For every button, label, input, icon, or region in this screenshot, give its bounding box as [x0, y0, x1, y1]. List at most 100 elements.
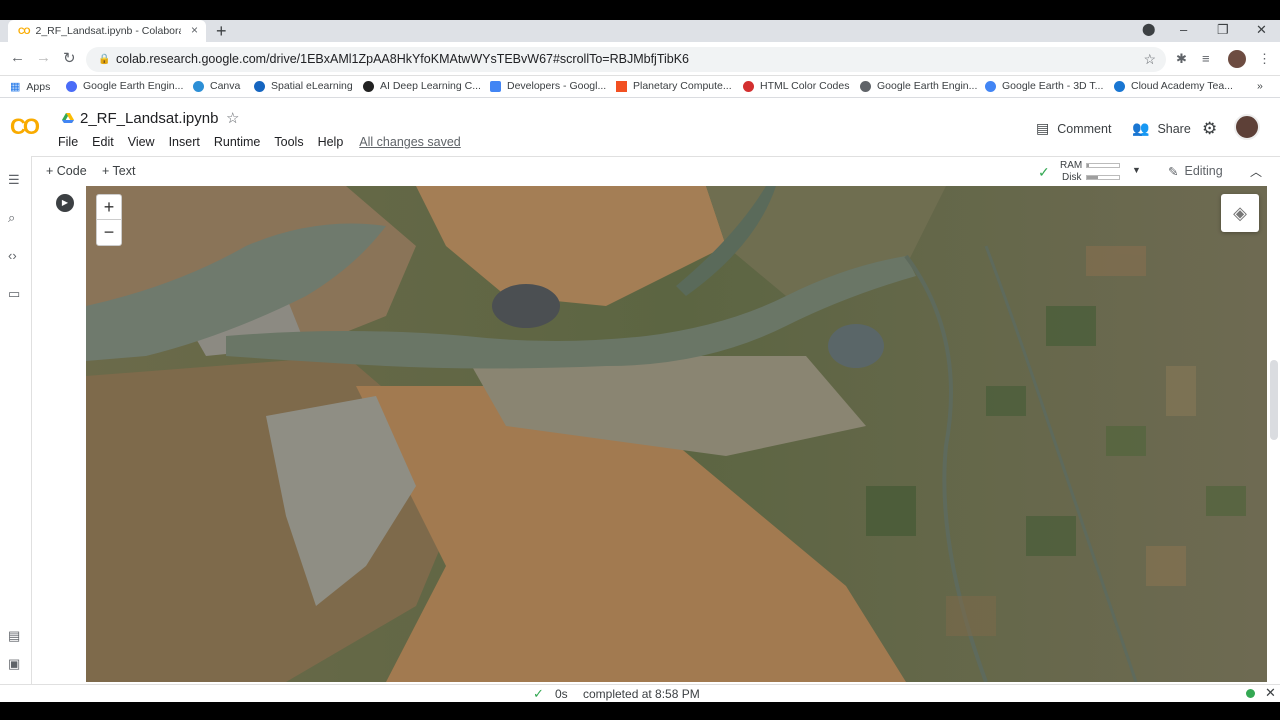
chevron-up-icon[interactable]: ︿ — [1250, 163, 1262, 180]
bookmark-item[interactable]: AI Deep Learning C... — [363, 80, 481, 92]
editing-label: Editing — [1184, 164, 1223, 178]
colab-logo[interactable]: CO — [10, 114, 40, 140]
screen: CO 2_RF_Landsat.ipynb - Colaboratory × +… — [0, 0, 1280, 720]
table-of-contents-icon[interactable]: ☰ — [8, 172, 20, 188]
menu-runtime[interactable]: Runtime — [214, 135, 261, 149]
comment-button[interactable]: ▤ Comment — [1036, 120, 1111, 137]
menu-edit[interactable]: Edit — [92, 135, 114, 149]
bookmark-label: Spatial eLearning — [271, 80, 353, 92]
bookmark-favicon-icon — [66, 80, 77, 92]
add-text-button[interactable]: + Text — [102, 164, 135, 178]
browser-profile-avatar[interactable] — [1228, 50, 1246, 68]
bookmark-favicon-icon — [254, 80, 265, 92]
browser-tab[interactable]: CO 2_RF_Landsat.ipynb - Colaboratory × — [8, 20, 206, 42]
menu-file[interactable]: File — [58, 135, 78, 149]
menu-insert[interactable]: Insert — [169, 135, 200, 149]
bookmark-favicon-icon — [1114, 80, 1125, 92]
minimize-button[interactable]: – — [1180, 22, 1187, 37]
bookmark-item[interactable]: Canva — [193, 80, 240, 92]
menu-view[interactable]: View — [128, 135, 155, 149]
ram-usage-bar — [1086, 163, 1120, 168]
bookmark-item[interactable]: Planetary Compute... — [616, 80, 732, 92]
media-queue-icon[interactable]: ≡ — [1202, 51, 1210, 66]
bookmark-favicon-icon — [193, 80, 204, 92]
page-scrollbar[interactable] — [1270, 360, 1278, 440]
bookmark-item[interactable]: Spatial eLearning — [254, 80, 353, 92]
share-button[interactable]: 👥 Share — [1132, 120, 1191, 137]
folder-icon[interactable]: ▭ — [8, 286, 20, 302]
extensions-puzzle-icon[interactable]: ✱ — [1176, 51, 1187, 67]
bookmark-item[interactable]: Google Earth Engin... — [860, 80, 977, 92]
pencil-icon: ✎ — [1168, 165, 1179, 179]
settings-gear-icon[interactable]: ⚙ — [1202, 119, 1217, 139]
close-status-icon[interactable]: ✕ — [1265, 685, 1276, 701]
url-text: colab.research.google.com/drive/1EBxAMl1… — [116, 52, 690, 66]
reload-icon[interactable]: ↻ — [63, 49, 76, 67]
zoom-out-button[interactable]: − — [97, 220, 121, 245]
comment-icon: ▤ — [1036, 120, 1050, 136]
google-earth-icon — [985, 80, 996, 92]
layers-control-icon[interactable]: ◈ — [1221, 194, 1259, 232]
ram-label: RAM — [1060, 160, 1083, 171]
run-cell-button[interactable]: ▶ — [56, 194, 74, 212]
lock-icon: 🔒 — [98, 54, 111, 65]
chevron-down-icon[interactable]: ▼ — [1132, 165, 1141, 175]
bookmark-label: Google Earth Engin... — [877, 80, 978, 92]
disk-usage-fill — [1087, 176, 1099, 179]
editing-mode-button[interactable]: ✎ Editing — [1168, 164, 1223, 179]
bookmark-item[interactable]: HTML Color Codes — [743, 80, 849, 92]
more-bookmarks-button[interactable]: » — [1257, 80, 1263, 92]
people-icon: 👥 — [1132, 120, 1150, 136]
user-avatar[interactable] — [1234, 114, 1260, 140]
cell-toolbar: + Code + Text ✓ RAM Disk ▼ ✎ Editing ︿ — [32, 156, 1280, 186]
menu-bar: File Edit View Insert Runtime Tools Help… — [58, 135, 461, 149]
status-bar: ✓ 0s completed at 8:58 PM ✕ — [0, 684, 1280, 702]
back-arrow-icon[interactable]: ← — [10, 49, 25, 66]
connection-status-icon — [1246, 689, 1255, 698]
connected-check-icon: ✓ — [1038, 164, 1050, 180]
chrome-menu-icon[interactable]: ⋮ — [1258, 51, 1271, 67]
bookmark-label: Google Earth Engin... — [83, 80, 184, 92]
bookmark-label: Apps — [26, 80, 51, 93]
share-label: Share — [1157, 121, 1191, 136]
bookmark-label: Cloud Academy Tea... — [1131, 80, 1233, 92]
zoom-in-button[interactable]: + — [97, 195, 121, 220]
menu-help[interactable]: Help — [318, 135, 344, 149]
save-status-link[interactable]: All changes saved — [359, 135, 460, 149]
bookmark-item[interactable]: Google Earth - 3D T... — [985, 80, 1103, 92]
colab-favicon-icon: CO — [18, 26, 30, 36]
disk-label: Disk — [1062, 172, 1082, 183]
bookmark-item[interactable]: Google Earth Engin... — [66, 80, 183, 92]
code-snippets-icon[interactable]: ‹› — [8, 248, 17, 263]
star-icon[interactable]: ☆ — [226, 109, 239, 127]
new-tab-button[interactable]: + — [216, 21, 227, 42]
address-bar[interactable]: 🔒 colab.research.google.com/drive/1EBxAM… — [86, 47, 1166, 72]
bookmark-favicon-icon — [490, 80, 501, 92]
add-code-button[interactable]: + Code — [46, 164, 87, 178]
map-output[interactable]: + − ◈ — [86, 186, 1267, 682]
menu-tools[interactable]: Tools — [274, 135, 303, 149]
github-icon — [363, 80, 374, 92]
tab-close-icon[interactable]: × — [191, 23, 198, 37]
bookmark-label: AI Deep Learning C... — [380, 80, 481, 92]
bookmark-apps[interactable]: ▦ Apps — [10, 80, 51, 94]
profile-menu-icon[interactable]: ⬤ — [1142, 22, 1155, 36]
bookmark-star-icon[interactable]: ☆ — [1143, 47, 1156, 72]
bookmark-item[interactable]: Cloud Academy Tea... — [1114, 80, 1233, 92]
forward-arrow-icon[interactable]: → — [36, 49, 51, 66]
command-palette-icon[interactable]: ▤ — [8, 628, 20, 644]
close-window-button[interactable]: ✕ — [1256, 22, 1267, 38]
left-sidebar: ☰ ⌕ ‹› ▭ ▤ ▣ — [0, 156, 32, 684]
maximize-button[interactable]: ❐ — [1217, 22, 1229, 38]
browser-toolbar: ← → ↻ 🔒 colab.research.google.com/drive/… — [0, 42, 1280, 76]
completion-message: completed at 8:58 PM — [583, 687, 700, 701]
notebook-title[interactable]: 2_RF_Landsat.ipynb — [80, 110, 218, 127]
bookmark-item[interactable]: Developers - Googl... — [490, 80, 606, 92]
search-icon[interactable]: ⌕ — [8, 210, 15, 226]
disk-usage-bar — [1086, 175, 1120, 180]
ram-usage-fill — [1087, 164, 1089, 167]
tab-title: 2_RF_Landsat.ipynb - Colaboratory — [35, 25, 181, 37]
apps-grid-icon: ▦ — [10, 81, 21, 93]
google-drive-icon[interactable] — [62, 112, 74, 124]
terminal-icon[interactable]: ▣ — [8, 656, 20, 672]
